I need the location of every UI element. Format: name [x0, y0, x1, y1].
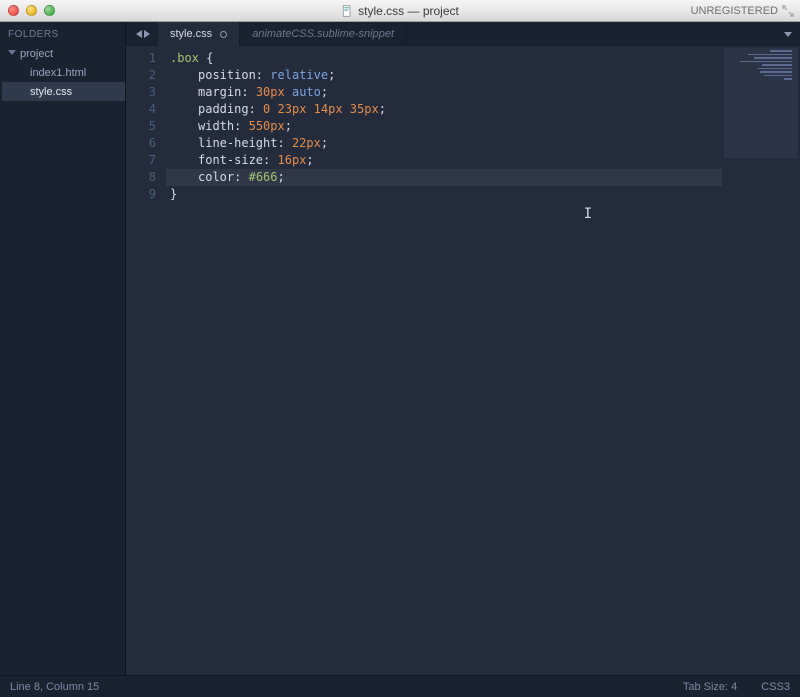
minimap[interactable]	[722, 46, 800, 675]
line-number: 6	[126, 135, 156, 152]
code-editor[interactable]: .box { position: relative; margin: 30px …	[166, 46, 722, 675]
code-row: 1 2 3 4 5 6 7 8 9 .box { position: relat…	[126, 46, 800, 675]
forward-icon[interactable]	[144, 30, 152, 38]
line-number: 3	[126, 84, 156, 101]
code-line: margin: 30px auto;	[170, 84, 722, 101]
line-number: 9	[126, 186, 156, 203]
title-right: UNREGISTERED	[691, 5, 800, 17]
sidebar-item-style-css[interactable]: style.css	[2, 82, 125, 101]
status-cursor-position[interactable]: Line 8, Column 15	[10, 681, 99, 693]
status-tab-size[interactable]: Tab Size: 4	[683, 681, 737, 693]
close-window-button[interactable]	[8, 5, 19, 16]
line-gutter[interactable]: 1 2 3 4 5 6 7 8 9	[126, 46, 166, 675]
line-number: 5	[126, 118, 156, 135]
sidebar-item-label: style.css	[30, 86, 72, 98]
code-line: font-size: 16px;	[170, 152, 722, 169]
line-number: 7	[126, 152, 156, 169]
code-line: line-height: 22px;	[170, 135, 722, 152]
close-icon[interactable]	[220, 31, 227, 38]
titlebar: style.css — project UNREGISTERED	[0, 0, 800, 22]
window-title: style.css — project	[0, 4, 800, 18]
code-line: padding: 0 23px 14px 35px;	[170, 101, 722, 118]
code-line: }	[170, 186, 722, 203]
code-line: color: #666;	[166, 169, 722, 186]
tab-style-css[interactable]: style.css	[158, 22, 240, 46]
editor-area: style.css animateCSS.sublime-snippet 1 2…	[126, 22, 800, 675]
traffic-lights	[0, 5, 55, 16]
line-number: 8	[126, 169, 156, 186]
sidebar-item-project[interactable]: project	[2, 44, 125, 63]
fullscreen-icon[interactable]	[782, 5, 794, 17]
minimize-window-button[interactable]	[26, 5, 37, 16]
minimap-content	[740, 50, 792, 80]
code-line: position: relative;	[170, 67, 722, 84]
tab-animatecss-snippet[interactable]: animateCSS.sublime-snippet	[240, 22, 407, 46]
window-title-text: style.css — project	[358, 4, 459, 18]
sidebar-item-label: project	[20, 48, 53, 60]
text-cursor-icon: I	[584, 206, 592, 222]
tab-label: style.css	[170, 28, 212, 40]
back-icon[interactable]	[134, 30, 142, 38]
folder-tree[interactable]: project index1.html style.css	[0, 44, 125, 101]
line-number: 1	[126, 50, 156, 67]
code-line: .box {	[170, 50, 722, 67]
sidebar-item-label: index1.html	[30, 67, 86, 79]
main: FOLDERS project index1.html style.css st…	[0, 22, 800, 675]
tab-label: animateCSS.sublime-snippet	[252, 28, 394, 40]
file-icon	[341, 5, 353, 17]
status-syntax[interactable]: CSS3	[761, 681, 790, 693]
unregistered-label: UNREGISTERED	[691, 5, 778, 17]
code-line: width: 550px;	[170, 118, 722, 135]
sidebar: FOLDERS project index1.html style.css	[0, 22, 126, 675]
zoom-window-button[interactable]	[44, 5, 55, 16]
line-number: 4	[126, 101, 156, 118]
sidebar-item-index1-html[interactable]: index1.html	[2, 63, 125, 82]
tabstrip: style.css animateCSS.sublime-snippet	[126, 22, 800, 46]
sidebar-header: FOLDERS	[0, 22, 125, 44]
chevron-down-icon	[8, 50, 16, 58]
statusbar: Line 8, Column 15 Tab Size: 4 CSS3	[0, 675, 800, 697]
tab-overflow[interactable]	[784, 22, 800, 46]
chevron-down-icon	[784, 32, 792, 37]
line-number: 2	[126, 67, 156, 84]
tab-history-nav	[126, 22, 158, 46]
